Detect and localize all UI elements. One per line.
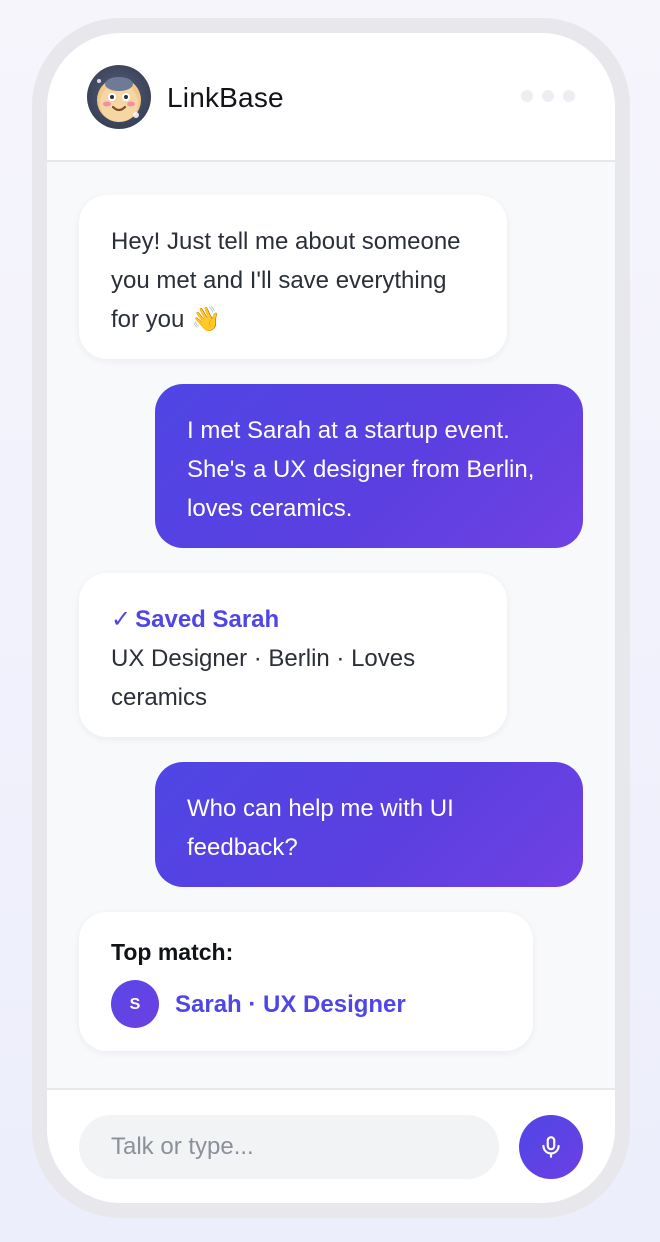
- avatar: S: [111, 980, 159, 1028]
- top-match-label: Top match:: [111, 939, 234, 965]
- chat-screen: LinkBase Hey! Just tell me about someone…: [47, 33, 615, 1203]
- smiling-mascot-icon: [87, 65, 151, 129]
- bot-message: Hey! Just tell me about someone you met …: [79, 195, 507, 359]
- user-message: I met Sarah at a startup event. She's a …: [155, 384, 583, 548]
- user-message-text: I met Sarah at a startup event. She's a …: [187, 417, 535, 522]
- user-message: Who can help me with UI feedback?: [155, 762, 583, 887]
- top-match-message: Top match: S Sarah · UX Designer: [79, 912, 533, 1051]
- saved-contact-details: UX Designer · Berlin · Loves ceramics: [111, 645, 416, 711]
- microphone-button[interactable]: [519, 1115, 583, 1179]
- chat-header: LinkBase: [47, 33, 615, 162]
- message-input[interactable]: [79, 1115, 499, 1179]
- contact-link[interactable]: Sarah · UX Designer: [175, 985, 406, 1024]
- contact-chip[interactable]: S Sarah · UX Designer: [111, 980, 501, 1028]
- checkmark-icon: ✓: [111, 606, 132, 633]
- menu-dot: [542, 90, 554, 102]
- menu-dot: [521, 90, 533, 102]
- app-title: LinkBase: [167, 82, 284, 113]
- user-message-text: Who can help me with UI feedback?: [187, 795, 454, 861]
- saved-contact-message: ✓ Saved Sarah UX Designer · Berlin · Love…: [79, 573, 507, 737]
- saved-contact-title: ✓ Saved Sarah: [111, 600, 475, 639]
- bot-message-text: Hey! Just tell me about someone you met …: [111, 228, 461, 333]
- menu-dot: [563, 90, 575, 102]
- more-dots-icon[interactable]: [521, 90, 575, 102]
- composer-bar: [47, 1088, 615, 1203]
- saved-contact-name: Saved Sarah: [135, 606, 280, 633]
- phone-frame: LinkBase Hey! Just tell me about someone…: [32, 18, 630, 1218]
- microphone-icon: [542, 1136, 560, 1158]
